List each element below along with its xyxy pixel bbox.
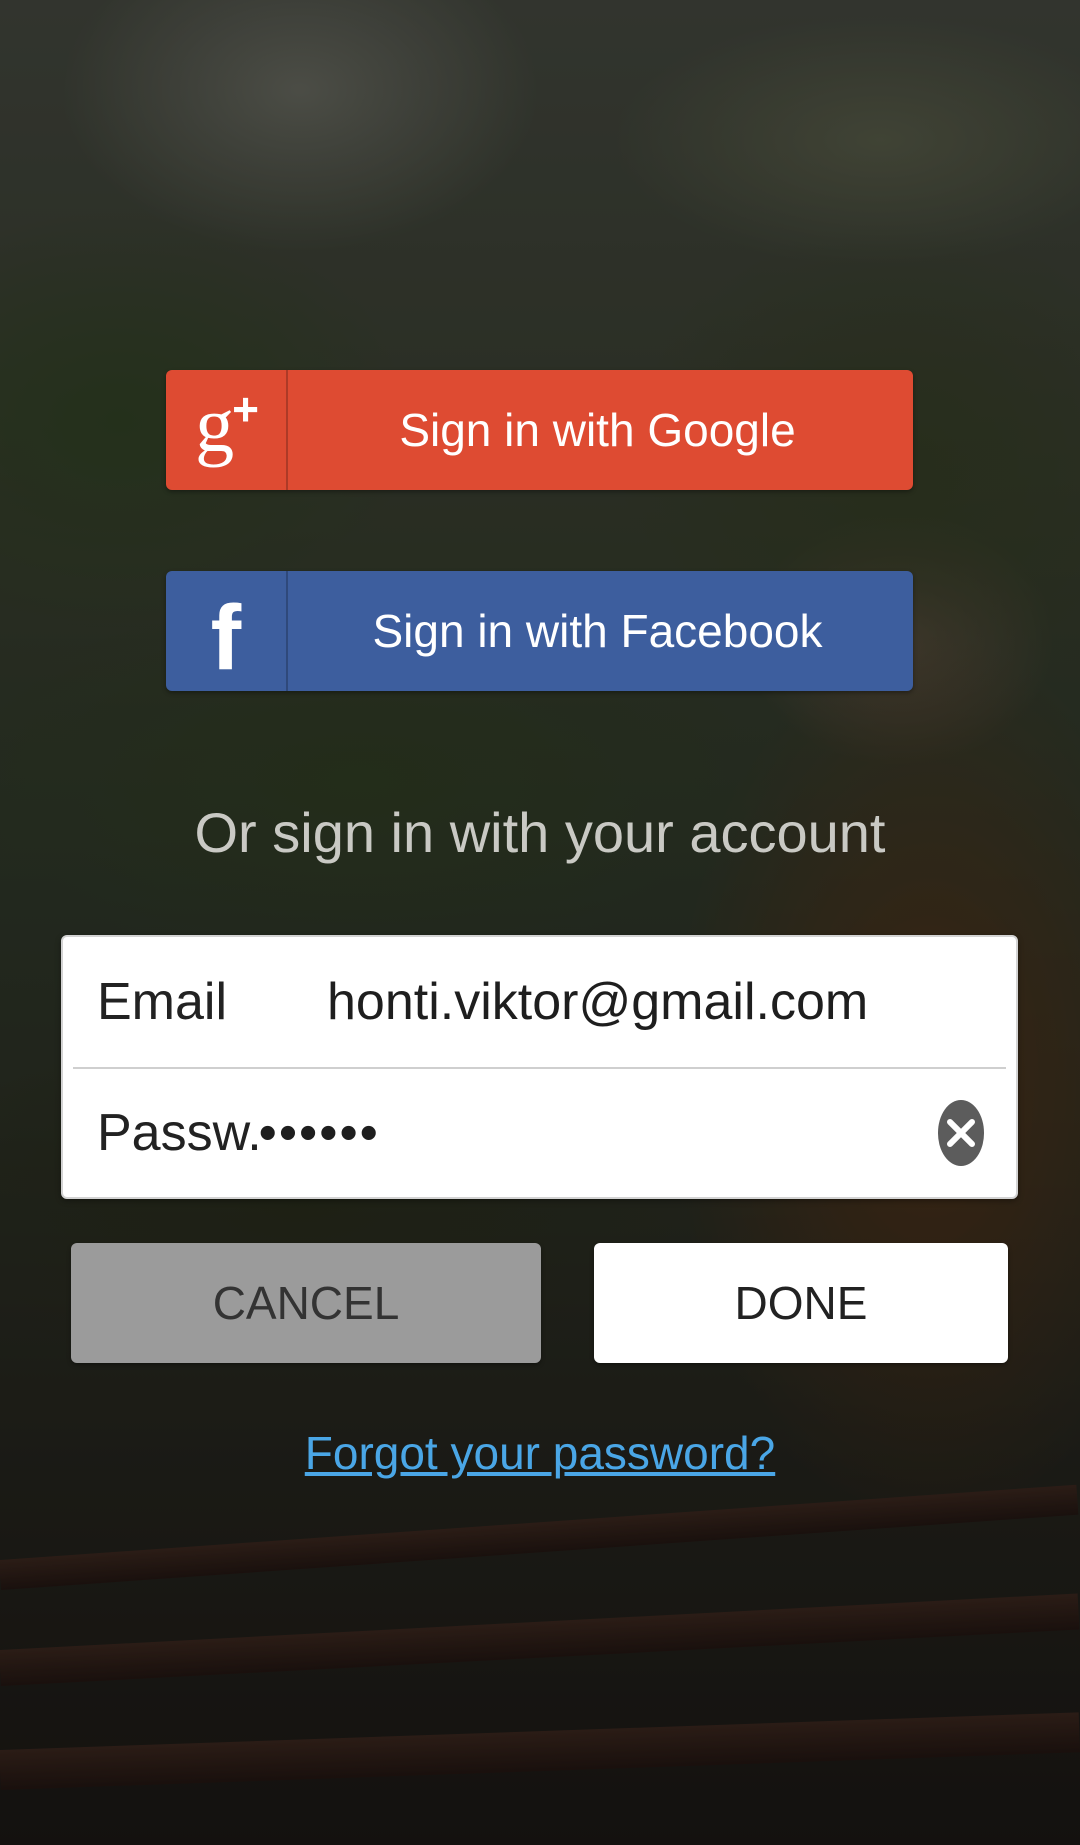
cancel-button[interactable]: CANCEL (71, 1243, 541, 1363)
facebook-sign-in-label: Sign in with Facebook (372, 605, 823, 657)
google-sign-in-button[interactable]: g+ Sign in with Google (166, 370, 913, 490)
clear-password-button[interactable] (937, 1100, 984, 1166)
forgot-password-link[interactable]: Forgot your password? (0, 1426, 1080, 1480)
facebook-sign-in-button[interactable]: f Sign in with Facebook (166, 571, 913, 691)
password-field[interactable] (258, 1103, 928, 1163)
login-form: Email Passw... (61, 935, 1018, 1199)
login-screen: g+ Sign in with Google f Sign in with Fa… (0, 0, 1080, 1845)
email-field[interactable] (327, 972, 1016, 1032)
google-plus-icon-box: g+ (166, 370, 288, 490)
google-sign-in-label: Sign in with Google (399, 404, 796, 456)
password-row: Passw... (63, 1068, 1016, 1198)
account-sign-in-heading: Or sign in with your account (194, 801, 886, 864)
done-button[interactable]: DONE (594, 1243, 1008, 1363)
email-row: Email (63, 937, 1016, 1067)
google-plus-icon: g+ (195, 381, 259, 468)
email-label: Email (97, 973, 228, 1031)
facebook-icon-box: f (166, 571, 288, 691)
facebook-icon: f (210, 587, 242, 689)
password-label: Passw... (97, 1104, 259, 1162)
clear-circle-icon (946, 1119, 975, 1147)
